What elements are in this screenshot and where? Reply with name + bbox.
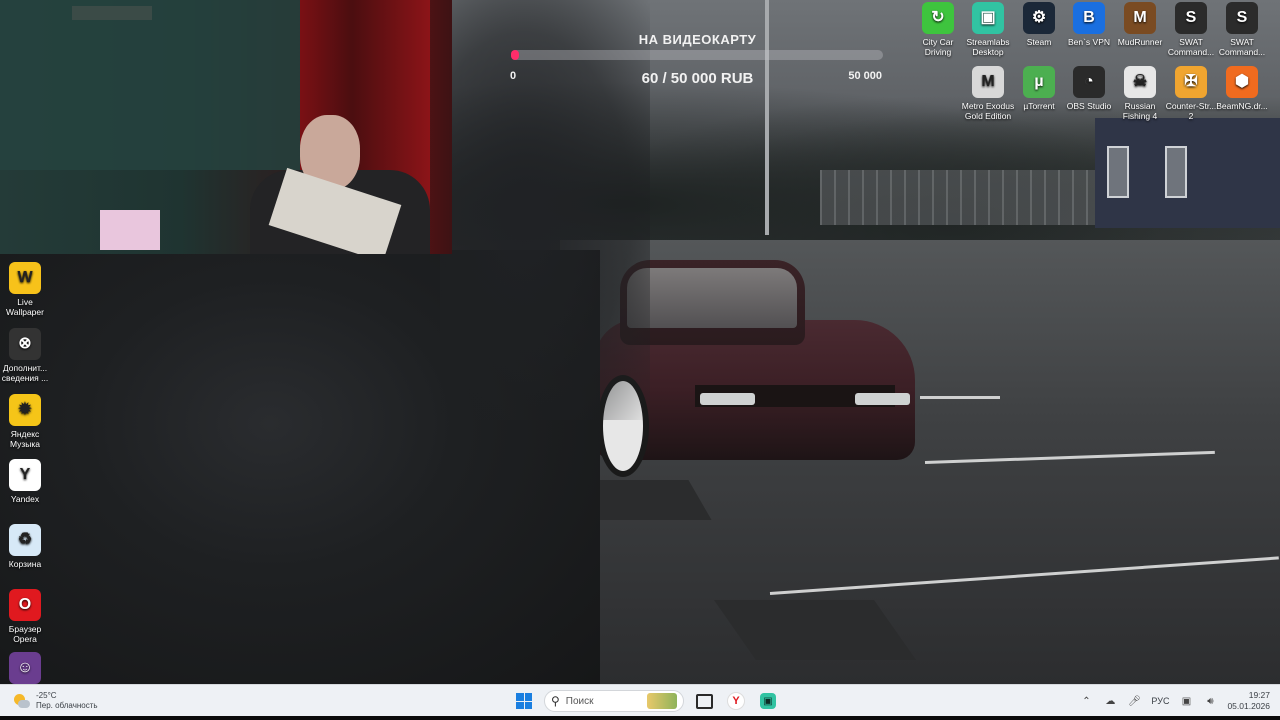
system-tray: ⌃ ☁ 🎤︎ РУС ▣ 🔊︎ 19:27 05.01.2026 [1079, 688, 1270, 714]
clock[interactable]: 19:27 05.01.2026 [1227, 690, 1270, 712]
desktop-icon-label: City Car Driving [922, 37, 954, 57]
desktop-icon[interactable]: µ µTorrent [1012, 66, 1066, 111]
goal-progress-fill [511, 50, 520, 60]
desktop-icon-label: Ben`s VPN [1067, 37, 1111, 47]
swat-icon: S [1175, 2, 1207, 34]
desktop-icon-label: Дополнит... сведения ... [1, 363, 49, 383]
chevron-up-icon[interactable]: ⌃ [1079, 694, 1093, 708]
desktop-icon-label: Yandex [10, 494, 40, 504]
weather-icon [12, 692, 30, 710]
desktop-icon[interactable]: ◔ OBS Studio [1062, 66, 1116, 111]
goal-max: 50 000 [848, 70, 882, 82]
desktop-icon[interactable]: M Metro Exodus Gold Edition [961, 66, 1015, 121]
desktop-icon-label: Корзина [8, 559, 42, 569]
streamlabs-taskbar-button[interactable]: ▣ [756, 689, 780, 713]
desktop-icon-label: Браузер Opera [8, 624, 42, 644]
weather-temperature: -25°C [36, 691, 57, 700]
live-wallpaper-icon: W [9, 262, 41, 294]
yandex-browser-icon: Y [9, 459, 41, 491]
vpn-icon: B [1073, 2, 1105, 34]
desktop-icon[interactable]: O Браузер Opera [0, 589, 52, 644]
utorrent-icon: µ [1023, 66, 1055, 98]
screen-bottom-edge [0, 716, 1280, 720]
yandex-music-icon: ✹ [9, 394, 41, 426]
desktop-icon[interactable]: W Live Wallpaper [0, 262, 52, 317]
swat-icon: S [1226, 2, 1258, 34]
search-placeholder: Поиск [565, 695, 594, 707]
opera-icon: O [9, 589, 41, 621]
monitor-icon[interactable]: ▣ [1179, 694, 1193, 708]
desktop-icon[interactable]: ⬢ BeamNG.dr... [1215, 66, 1269, 111]
desktop-icon[interactable]: S SWAT Command... [1164, 2, 1218, 57]
search-box[interactable]: ⚲ Поиск [544, 690, 684, 712]
additional-info-icon: ⊗ [9, 328, 41, 360]
clock-date: 05.01.2026 [1227, 701, 1270, 711]
taskbar: -25°C Пер. облачность ⚲ Поиск Y ▣ ⌃ ☁ 🎤︎… [0, 684, 1280, 717]
steam-icon: ⚙ [1023, 2, 1055, 34]
cloud-icon[interactable]: ☁ [1103, 694, 1117, 708]
donation-goal-widget: НА ВИДЕОКАРТУ 0 60 / 50 000 RUB 50 000 [505, 28, 890, 98]
russian-fishing-icon: ☠ [1124, 66, 1156, 98]
streamlabs-icon: ▣ [760, 693, 776, 709]
goal-progress-bar [511, 50, 883, 60]
goal-amount: 60 / 50 000 RUB [641, 70, 754, 87]
desktop-icon[interactable]: ☠ Russian Fishing 4 [1113, 66, 1167, 121]
desktop-icon-label: BeamNG.dr... [1216, 101, 1268, 111]
wallpaper-building [1095, 118, 1280, 228]
recycle-bin-icon: ♻ [9, 524, 41, 556]
desktop-icon-label: Streamlabs Desktop [966, 37, 1010, 57]
desktop-icon-label: SWAT Command... [1218, 37, 1266, 57]
search-icon: ⚲ [551, 694, 560, 708]
language-indicator[interactable]: РУС [1151, 696, 1169, 706]
desktop-icon-label: Live Wallpaper [6, 297, 44, 317]
weather-description: Пер. облачность [36, 701, 98, 710]
yandex-browser-taskbar-button[interactable]: Y [724, 689, 748, 713]
obs-icon: ◔ [1073, 66, 1105, 98]
clock-time: 19:27 [1248, 690, 1270, 700]
metro-exodus-icon: M [972, 66, 1004, 98]
city-car-driving-icon: ↻ [922, 2, 954, 34]
streamer [240, 115, 440, 254]
counter-strike-icon: ✠ [1175, 66, 1207, 98]
desktop-icon[interactable]: ⚙ Steam [1012, 2, 1066, 47]
task-view-icon [695, 693, 713, 709]
desktop-icon[interactable]: M MudRunner [1113, 2, 1167, 47]
desktop-icon[interactable]: ☺ [0, 652, 52, 687]
streamlabs-icon: ▣ [972, 2, 1004, 34]
desktop-icon-label: Яндекс Музыка [9, 429, 41, 449]
wallpaper-fence [820, 170, 1100, 225]
task-view-button[interactable] [692, 689, 716, 713]
desktop-icon-label: µTorrent [1023, 101, 1055, 111]
weather-widget[interactable]: -25°C Пер. облачность [12, 690, 98, 712]
taskbar-center: ⚲ Поиск Y ▣ [512, 688, 780, 714]
desktop-icon-label: SWAT Command... [1167, 37, 1215, 57]
desktop-icon-label: Steam [1026, 37, 1052, 47]
desktop-icon-label: Counter-Str... 2 [1165, 101, 1217, 121]
desktop-icon[interactable]: Y Yandex [0, 459, 52, 504]
desktop-icon[interactable]: ▣ Streamlabs Desktop [961, 2, 1015, 57]
microphone-icon[interactable]: 🎤︎ [1127, 694, 1141, 708]
desktop-icon-label: MudRunner [1117, 37, 1163, 47]
desktop-icon-label: Metro Exodus Gold Edition [961, 101, 1015, 121]
beamng-icon: ⬢ [1226, 66, 1258, 98]
volume-icon[interactable]: 🔊︎ [1203, 694, 1217, 708]
mudrunner-icon: M [1124, 2, 1156, 34]
goal-title: НА ВИДЕОКАРТУ [638, 32, 757, 47]
desktop-icon[interactable]: ✠ Counter-Str... 2 [1164, 66, 1218, 121]
desktop-icon-label: Russian Fishing 4 [1122, 101, 1158, 121]
webcam-overlay [0, 0, 452, 254]
windows-icon [516, 693, 532, 709]
parking-line [920, 396, 1000, 399]
desktop-icon[interactable]: S SWAT Command... [1215, 2, 1269, 57]
desktop-icon-label: OBS Studio [1066, 101, 1112, 111]
desktop-icon[interactable]: ↻ City Car Driving [911, 2, 965, 57]
desktop-icon[interactable]: B Ben`s VPN [1062, 2, 1116, 47]
desktop-icon[interactable]: ♻ Корзина [0, 524, 52, 569]
desktop-icon[interactable]: ⊗ Дополнит... сведения ... [0, 328, 52, 383]
user-avatar-icon: ☺ [9, 652, 41, 684]
start-button[interactable] [512, 689, 536, 713]
yandex-icon: Y [727, 692, 745, 710]
desktop-icon[interactable]: ✹ Яндекс Музыка [0, 394, 52, 449]
search-highlight-icon [647, 693, 677, 709]
